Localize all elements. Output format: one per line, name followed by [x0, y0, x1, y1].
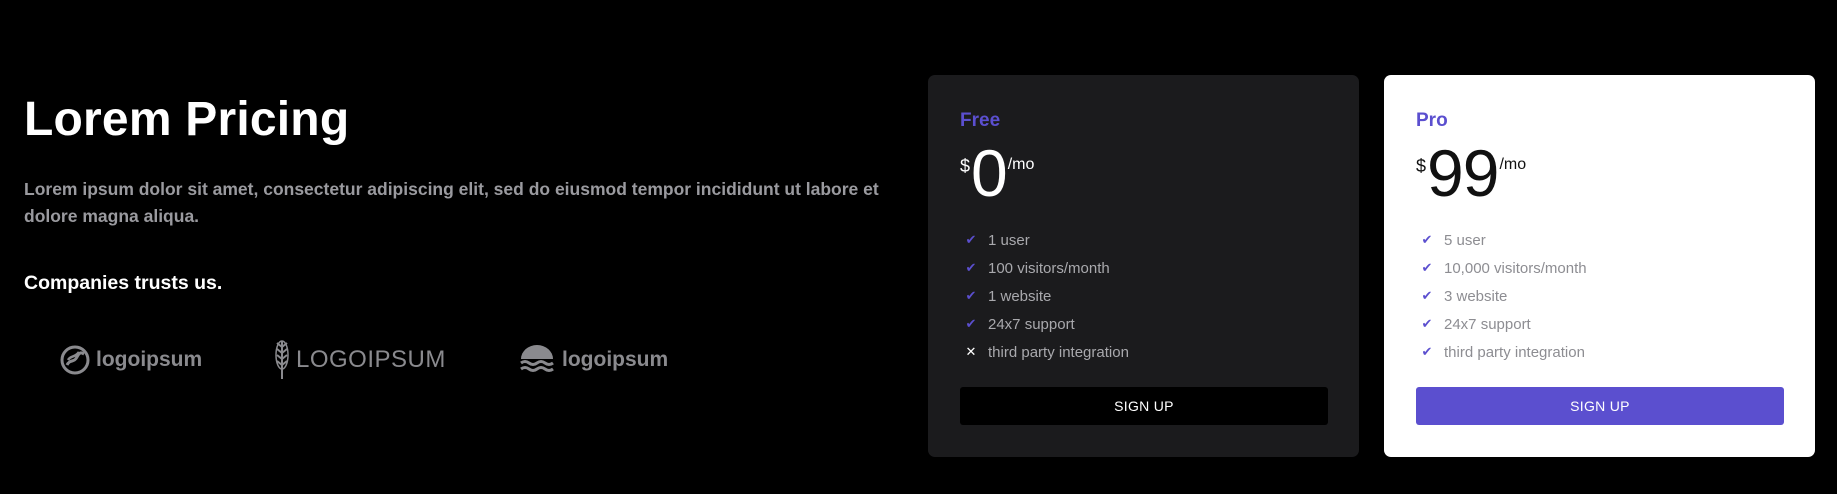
company-logo-3: logoipsum — [520, 338, 668, 382]
plan-price: $ 0 /mo — [960, 135, 1034, 211]
free-signup-button[interactable]: SIGN UP — [960, 387, 1328, 425]
feature-item: ✔ 1 website — [960, 282, 1129, 310]
feature-item: ✔ 100 visitors/month — [960, 254, 1129, 282]
logo-text: logoipsum — [96, 348, 203, 371]
price-amount: 0 — [971, 136, 1008, 210]
feature-label: 5 user — [1444, 231, 1486, 249]
check-icon: ✔ — [965, 232, 977, 247]
companies-heading: Companies trusts us. — [24, 272, 223, 294]
wheat-logo-icon — [274, 339, 290, 381]
hero-section: Lorem Pricing Lorem ipsum dolor sit amet… — [24, 92, 904, 379]
feature-item: ✔ 3 website — [1416, 282, 1587, 310]
feature-item: ✔ 24x7 support — [1416, 310, 1587, 338]
feature-item: ✔ 24x7 support — [960, 310, 1129, 338]
feature-label: 24x7 support — [988, 315, 1075, 333]
logo-text: logoipsum — [562, 348, 669, 371]
feature-item: ✔ 1 user — [960, 226, 1129, 254]
feature-item: ✔ third party integration — [1416, 338, 1587, 366]
check-icon: ✔ — [1421, 232, 1433, 247]
feature-label: 100 visitors/month — [988, 259, 1110, 277]
check-icon: ✔ — [1421, 344, 1433, 359]
feature-label: 24x7 support — [1444, 315, 1531, 333]
feature-item: ✔ 10,000 visitors/month — [1416, 254, 1587, 282]
feature-label: 1 user — [988, 231, 1030, 249]
price-period: /mo — [1499, 156, 1527, 173]
pricing-section: Lorem Pricing Lorem ipsum dolor sit amet… — [0, 0, 1837, 494]
check-icon: ✔ — [1421, 316, 1433, 331]
feature-label: 1 website — [988, 287, 1052, 305]
check-icon: ✔ — [965, 288, 977, 303]
check-icon: ✔ — [965, 316, 977, 331]
feature-label: 3 website — [1444, 287, 1508, 305]
price-currency: $ — [960, 156, 971, 176]
hero-description: Lorem ipsum dolor sit amet, consectetur … — [24, 179, 879, 226]
price-period: /mo — [1007, 156, 1035, 173]
feature-label: 10,000 visitors/month — [1444, 259, 1587, 277]
feature-item: ✔ 5 user — [1416, 226, 1587, 254]
plan-name: Pro — [1416, 110, 1448, 131]
feature-label: third party integration — [1444, 343, 1585, 361]
feature-list: ✔ 1 user ✔ 100 visitors/month ✔ 1 websit… — [960, 226, 1129, 366]
check-icon: ✔ — [1421, 288, 1433, 303]
pro-plan-card: Pro $ 99 /mo ✔ 5 user ✔ 10,000 visitors/… — [1384, 75, 1815, 457]
feature-item: ✕ third party integration — [960, 338, 1129, 366]
check-icon: ✔ — [965, 260, 977, 275]
plan-price: $ 99 /mo — [1416, 135, 1526, 211]
page-title: Lorem Pricing — [24, 93, 350, 146]
company-logo-1: logoipsum — [60, 338, 202, 382]
waves-logo-icon — [520, 345, 554, 375]
price-currency: $ — [1416, 156, 1427, 176]
check-icon: ✔ — [1421, 260, 1433, 275]
feature-list: ✔ 5 user ✔ 10,000 visitors/month ✔ 3 web… — [1416, 226, 1587, 366]
feature-label: third party integration — [988, 343, 1129, 361]
free-plan-card: Free $ 0 /mo ✔ 1 user ✔ 100 visitors/mon… — [928, 75, 1359, 457]
price-amount: 99 — [1427, 136, 1499, 210]
plan-name: Free — [960, 110, 1001, 131]
logo-text: LOGOIPSUM — [296, 346, 446, 373]
pro-signup-button[interactable]: SIGN UP — [1416, 387, 1784, 425]
cross-icon: ✕ — [965, 344, 977, 359]
company-logo-2: LOGOIPSUM — [274, 338, 446, 382]
coffee-bean-logo-icon — [60, 345, 90, 375]
